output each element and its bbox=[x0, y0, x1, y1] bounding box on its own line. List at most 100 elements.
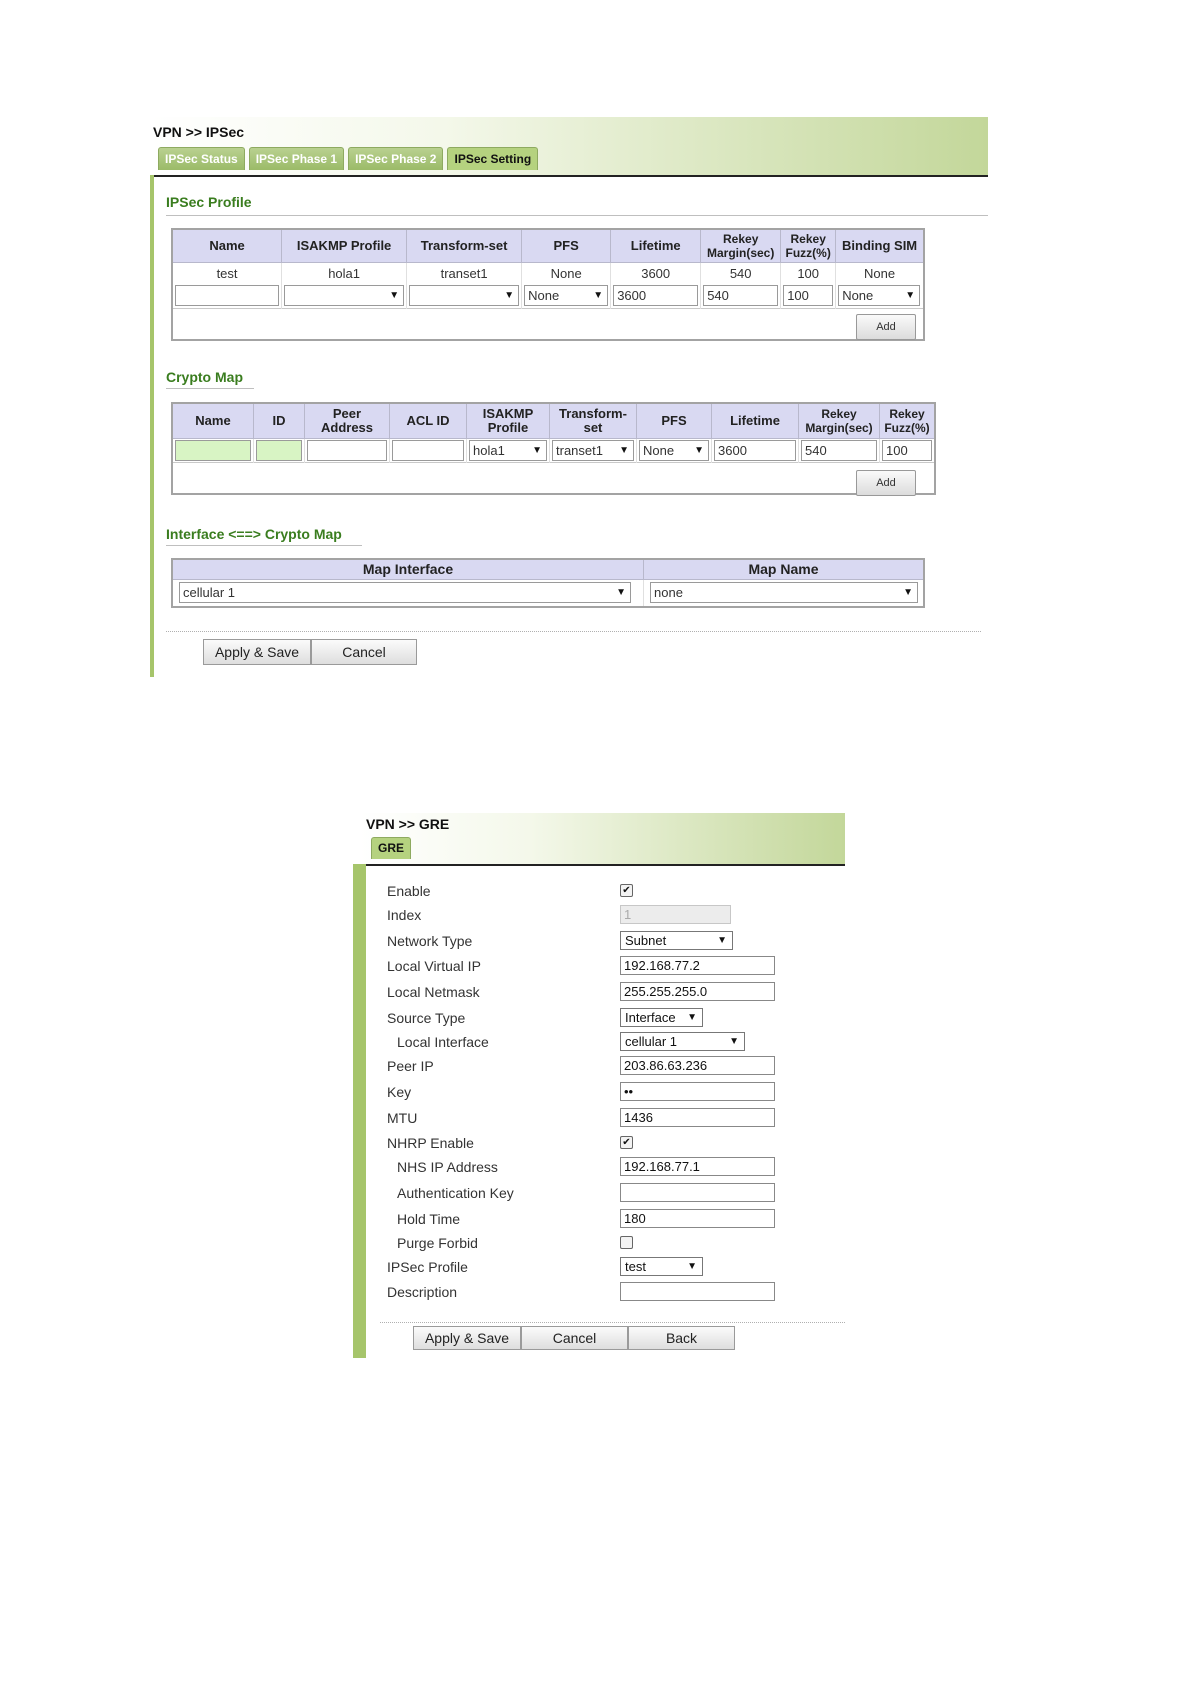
ipsec-profile-select[interactable]: test ▼ bbox=[620, 1257, 703, 1276]
col-header: ID bbox=[253, 402, 305, 439]
separator bbox=[380, 1322, 845, 1323]
dropdown-arrow-icon: ▼ bbox=[593, 290, 604, 302]
gre-apply-save-button[interactable]: Apply & Save bbox=[413, 1326, 521, 1350]
nhs-ip-input[interactable]: 192.168.77.1 bbox=[620, 1157, 775, 1176]
key-input[interactable]: •• bbox=[620, 1082, 775, 1101]
network-type-select[interactable]: Subnet ▼ bbox=[620, 931, 733, 950]
peer-ip-input[interactable]: 203.86.63.236 bbox=[620, 1056, 775, 1075]
section-rule bbox=[166, 215, 988, 216]
profile-isakmp-select[interactable]: ▼ bbox=[284, 285, 405, 307]
tab-gre[interactable]: GRE bbox=[371, 837, 412, 859]
profile-transform-select[interactable]: ▼ bbox=[409, 285, 520, 307]
ipsec-profile-table: Name ISAKMP Profile Transform-set PFS Li… bbox=[171, 228, 925, 341]
tab-ipsec-phase1[interactable]: IPSec Phase 1 bbox=[248, 147, 345, 170]
form-row-nhrp-enable: NHRP Enable ✔ bbox=[375, 1133, 835, 1155]
ipsec-left-border bbox=[150, 175, 154, 677]
local-netmask-input[interactable]: 255.255.255.0 bbox=[620, 982, 775, 1001]
ipsec-apply-save-button[interactable]: Apply & Save bbox=[203, 639, 311, 665]
dropdown-arrow-icon: ▼ bbox=[532, 444, 542, 456]
cell: transet1 bbox=[406, 262, 522, 284]
crypto-margin-input[interactable]: 540 bbox=[801, 439, 877, 461]
select-value: None bbox=[842, 288, 874, 304]
section-title-crypto-map: Crypto Map bbox=[166, 369, 243, 385]
field-label: Purge Forbid bbox=[397, 1235, 478, 1251]
field-label: IPSec Profile bbox=[387, 1259, 468, 1275]
tab-ipsec-setting[interactable]: IPSec Setting bbox=[447, 147, 539, 170]
description-input[interactable] bbox=[620, 1282, 775, 1301]
tab-ipsec-phase2[interactable]: IPSec Phase 2 bbox=[348, 147, 444, 170]
ipsec-cancel-button[interactable]: Cancel bbox=[311, 639, 417, 665]
table-row[interactable]: test hola1 transet1 None 3600 540 100 No… bbox=[171, 262, 924, 284]
crypto-id-input[interactable] bbox=[256, 439, 302, 461]
local-virtual-ip-input[interactable]: 192.168.77.2 bbox=[620, 956, 775, 975]
profile-name-input[interactable] bbox=[175, 285, 279, 307]
map-name-select[interactable]: none ▼ bbox=[650, 582, 918, 604]
nhrp-enable-checkbox[interactable]: ✔ bbox=[620, 1136, 633, 1149]
map-interface-select[interactable]: cellular 1 ▼ bbox=[179, 582, 631, 604]
dropdown-arrow-icon: ▼ bbox=[389, 290, 400, 302]
field-label: Peer IP bbox=[387, 1058, 434, 1074]
form-row-auth-key: Authentication Key bbox=[375, 1183, 835, 1205]
col-header: Map Interface bbox=[171, 558, 644, 580]
form-row-hold-time: Hold Time 180 bbox=[375, 1209, 835, 1231]
profile-fuzz-input[interactable]: 100 bbox=[783, 285, 834, 307]
profile-add-button[interactable]: Add bbox=[856, 314, 916, 340]
gre-breadcrumb: VPN >> GRE bbox=[366, 816, 450, 832]
crypto-isakmp-select[interactable]: hola1 ▼ bbox=[469, 439, 547, 461]
profile-margin-input[interactable]: 540 bbox=[703, 285, 779, 307]
form-row-peer-ip: Peer IP 203.86.63.236 bbox=[375, 1056, 835, 1078]
profile-lifetime-input[interactable]: 3600 bbox=[613, 285, 699, 307]
field-label: Local Interface bbox=[397, 1034, 489, 1050]
dropdown-arrow-icon: ▼ bbox=[905, 290, 916, 302]
col-header: Rekey Margin(sec) bbox=[700, 228, 782, 263]
profile-sim-select[interactable]: None ▼ bbox=[838, 285, 921, 307]
form-row-network-type: Network Type Subnet ▼ bbox=[375, 931, 835, 953]
profile-pfs-select[interactable]: None ▼ bbox=[524, 285, 609, 307]
gre-tab-underline bbox=[360, 864, 845, 866]
crypto-name-input[interactable] bbox=[175, 439, 251, 461]
dropdown-arrow-icon: ▼ bbox=[687, 1261, 697, 1272]
crypto-pfs-select[interactable]: None ▼ bbox=[639, 439, 709, 461]
form-row-index: Index 1 bbox=[375, 905, 835, 927]
col-header: Map Name bbox=[643, 558, 925, 580]
cell: 540 bbox=[700, 262, 781, 284]
separator bbox=[166, 631, 981, 632]
dropdown-arrow-icon: ▼ bbox=[687, 1012, 697, 1023]
col-header: PFS bbox=[521, 228, 612, 263]
form-row-nhs-ip: NHS IP Address 192.168.77.1 bbox=[375, 1157, 835, 1179]
hold-time-input[interactable]: 180 bbox=[620, 1209, 775, 1228]
select-value: Interface bbox=[625, 1010, 676, 1025]
authentication-key-input[interactable] bbox=[620, 1183, 775, 1202]
gre-cancel-button[interactable]: Cancel bbox=[521, 1326, 628, 1350]
form-row-mtu: MTU 1436 bbox=[375, 1108, 835, 1130]
field-label: Network Type bbox=[387, 933, 473, 949]
crypto-acl-id-input[interactable] bbox=[392, 439, 464, 461]
purge-forbid-checkbox[interactable] bbox=[620, 1236, 633, 1249]
field-label: Authentication Key bbox=[397, 1185, 514, 1201]
crypto-lifetime-input[interactable]: 3600 bbox=[714, 439, 796, 461]
col-header: Lifetime bbox=[610, 228, 702, 263]
col-header: Transform-set bbox=[549, 402, 637, 439]
col-header: Name bbox=[171, 228, 283, 263]
form-row-ipsec-profile: IPSec Profile test ▼ bbox=[375, 1257, 835, 1279]
tab-ipsec-status[interactable]: IPSec Status bbox=[158, 147, 245, 170]
form-row-source-type: Source Type Interface ▼ bbox=[375, 1008, 835, 1030]
local-interface-select[interactable]: cellular 1 ▼ bbox=[620, 1032, 745, 1051]
crypto-map-table: Name ID Peer Address ACL ID ISAKMP Profi… bbox=[171, 402, 936, 495]
source-type-select[interactable]: Interface ▼ bbox=[620, 1008, 703, 1027]
crypto-add-button[interactable]: Add bbox=[856, 470, 916, 496]
gre-back-button[interactable]: Back bbox=[628, 1326, 735, 1350]
cell: None bbox=[835, 262, 924, 284]
mtu-input[interactable]: 1436 bbox=[620, 1108, 775, 1127]
ipsec-tabs: IPSec Status IPSec Phase 1 IPSec Phase 2… bbox=[158, 147, 539, 170]
form-row-key: Key •• bbox=[375, 1082, 835, 1104]
crypto-fuzz-input[interactable]: 100 bbox=[882, 439, 932, 461]
crypto-peer-address-input[interactable] bbox=[307, 439, 387, 461]
crypto-transform-select[interactable]: transet1 ▼ bbox=[552, 439, 634, 461]
field-label: Description bbox=[387, 1284, 458, 1300]
cell: 3600 bbox=[610, 262, 701, 284]
field-label: Local Netmask bbox=[387, 984, 480, 1000]
enable-checkbox[interactable]: ✔ bbox=[620, 884, 633, 897]
select-value: None bbox=[528, 288, 560, 304]
col-header: ISAKMP Profile bbox=[466, 402, 550, 439]
